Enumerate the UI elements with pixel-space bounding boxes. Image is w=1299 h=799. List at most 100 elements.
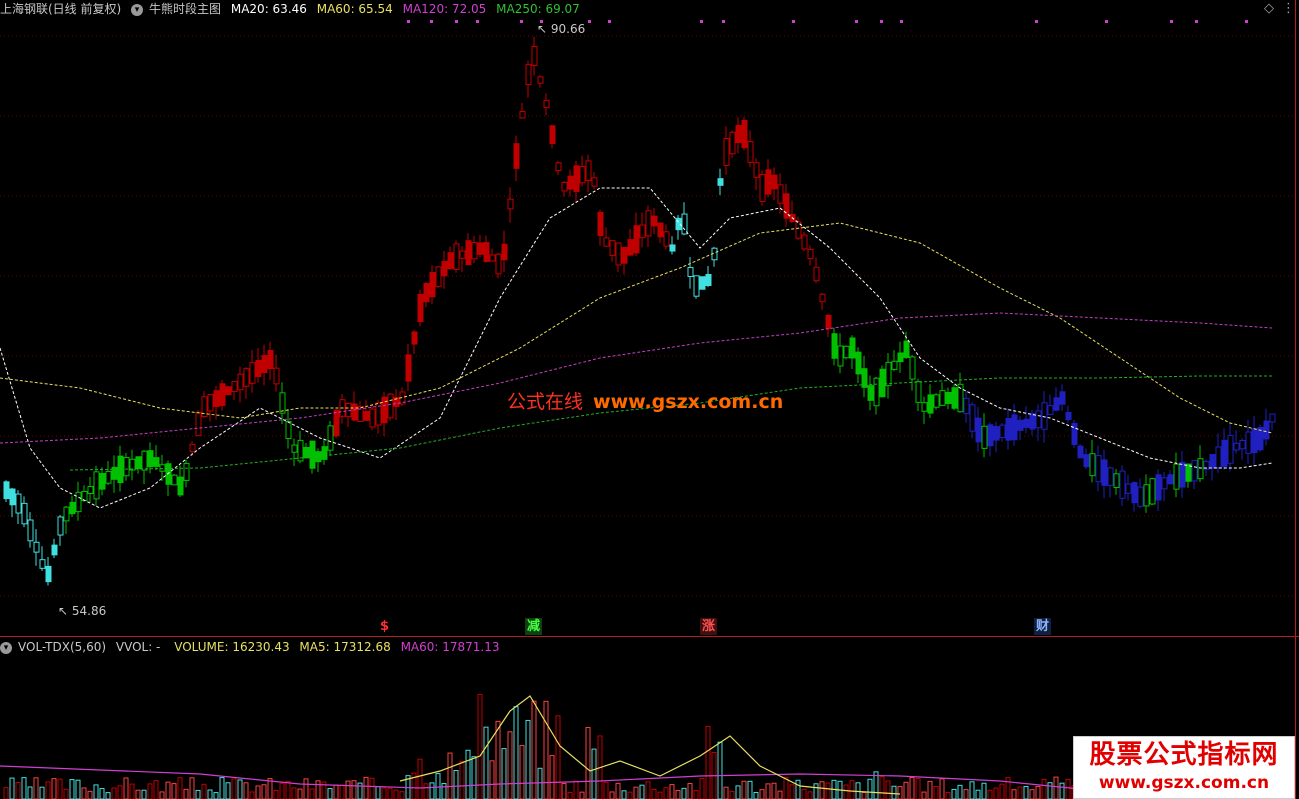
candle-body [1047, 405, 1054, 415]
vol-ma5-value: MA5: 17312.68 [299, 640, 391, 654]
volume-bar [339, 784, 345, 799]
volume-bar [939, 778, 945, 799]
pane-divider[interactable] [0, 636, 1299, 637]
candle-body [81, 491, 88, 501]
volume-bar [663, 787, 669, 799]
logo-url: www.gszx.com.cn [1098, 773, 1270, 793]
candle-body [183, 463, 190, 481]
candle-body [849, 337, 856, 359]
price-chart[interactable] [0, 18, 1295, 618]
volume-bar [1065, 778, 1071, 799]
candle-body [1035, 410, 1042, 429]
volume-bar [699, 778, 705, 799]
candle-body [219, 383, 226, 407]
main-chart-header: 上海钢联(日线 前复权) ▾ 牛熊时段主图 MA20: 63.46 MA60: 6… [0, 0, 586, 18]
volume-bar [345, 780, 351, 799]
signal-dot [476, 20, 479, 23]
candle-body [819, 293, 826, 303]
volume-bar [801, 788, 807, 799]
candle-body [267, 350, 274, 369]
signal-dot [722, 20, 725, 23]
candle-body [705, 274, 712, 286]
volume-bar [255, 785, 261, 799]
candle-body [921, 402, 928, 412]
candle-body [1137, 486, 1144, 507]
volume-header: ▾ VOL-TDX(5,60) VVOL: - VOLUME: 16230.43 … [0, 638, 506, 656]
volume-bar [363, 776, 369, 799]
volume-bar [897, 786, 903, 799]
indicator-dropdown-icon[interactable]: ▾ [131, 3, 144, 16]
candle-body [309, 440, 316, 469]
candle-body [1155, 474, 1162, 501]
candle-body [909, 356, 916, 380]
volume-bar [933, 786, 939, 799]
more-icon[interactable]: ⋮ [1282, 1, 1295, 16]
volume-bar [813, 783, 819, 799]
candle-body [897, 352, 904, 363]
candle-body [1041, 402, 1048, 430]
signal-cai: 财 [1034, 618, 1052, 635]
volume-bar [279, 782, 285, 799]
volume-bar [141, 789, 147, 799]
indicator-name[interactable]: 牛熊时段主图 [149, 2, 221, 16]
volume-bar [903, 781, 909, 799]
candle-body [1215, 446, 1222, 469]
candle-body [567, 175, 574, 190]
candle-body [477, 242, 484, 255]
candle-body [867, 385, 874, 401]
volume-bar [231, 778, 237, 799]
candle-body [273, 367, 280, 385]
candle-body [39, 559, 46, 569]
vol-dropdown-icon[interactable]: ▾ [0, 641, 12, 654]
diamond-icon[interactable]: ◇ [1264, 1, 1274, 16]
candle-body [933, 394, 940, 408]
candle-body [447, 252, 454, 270]
candle-body [1209, 454, 1216, 469]
candle-body [759, 174, 766, 202]
volume-bar [3, 787, 9, 799]
volume-bar [75, 779, 81, 799]
volume-bar [87, 790, 93, 799]
candle-body [243, 368, 250, 387]
watermark-cn: 公式在线 [507, 391, 584, 413]
volume-bar [477, 694, 483, 799]
volume-bar [975, 789, 981, 799]
candle-body [1161, 477, 1168, 490]
candle-body [741, 119, 748, 149]
stock-title[interactable]: 上海钢联(日线 前复权) [0, 2, 121, 16]
signal-dot [520, 20, 523, 23]
high-price-label: ↖ 90.66 [537, 22, 586, 36]
candle-body [195, 411, 202, 437]
volume-bar [39, 786, 45, 799]
volume-bar [375, 786, 381, 799]
volume-bar [957, 784, 963, 799]
candle-body [1011, 414, 1018, 441]
volume-bar [717, 741, 723, 799]
candle-body [87, 485, 94, 495]
candle-body [261, 355, 268, 373]
candle-body [1233, 442, 1240, 451]
candle-body [501, 243, 508, 261]
volume-bar [1029, 789, 1035, 799]
candle-body [531, 45, 538, 67]
candle-body [435, 266, 442, 287]
candle-body [573, 165, 580, 192]
volume-ma60-line [0, 765, 1201, 797]
volume-bar [15, 781, 21, 799]
candle-body [1017, 419, 1024, 431]
volume-bar [993, 787, 999, 799]
candle-body [141, 450, 148, 471]
candle-body [615, 242, 622, 266]
candle-body [579, 166, 586, 184]
candle-body [1191, 459, 1198, 482]
candle-body [843, 345, 850, 359]
volume-bar [777, 790, 783, 799]
candle-body [1245, 431, 1252, 454]
candle-body [249, 362, 256, 384]
volume-bar [1011, 789, 1017, 799]
volume-bar [723, 786, 729, 799]
vol-indicator-name[interactable]: VOL-TDX(5,60) [18, 640, 106, 654]
candle-body [999, 424, 1006, 439]
candle-body [423, 283, 430, 303]
candle-body [453, 243, 460, 270]
